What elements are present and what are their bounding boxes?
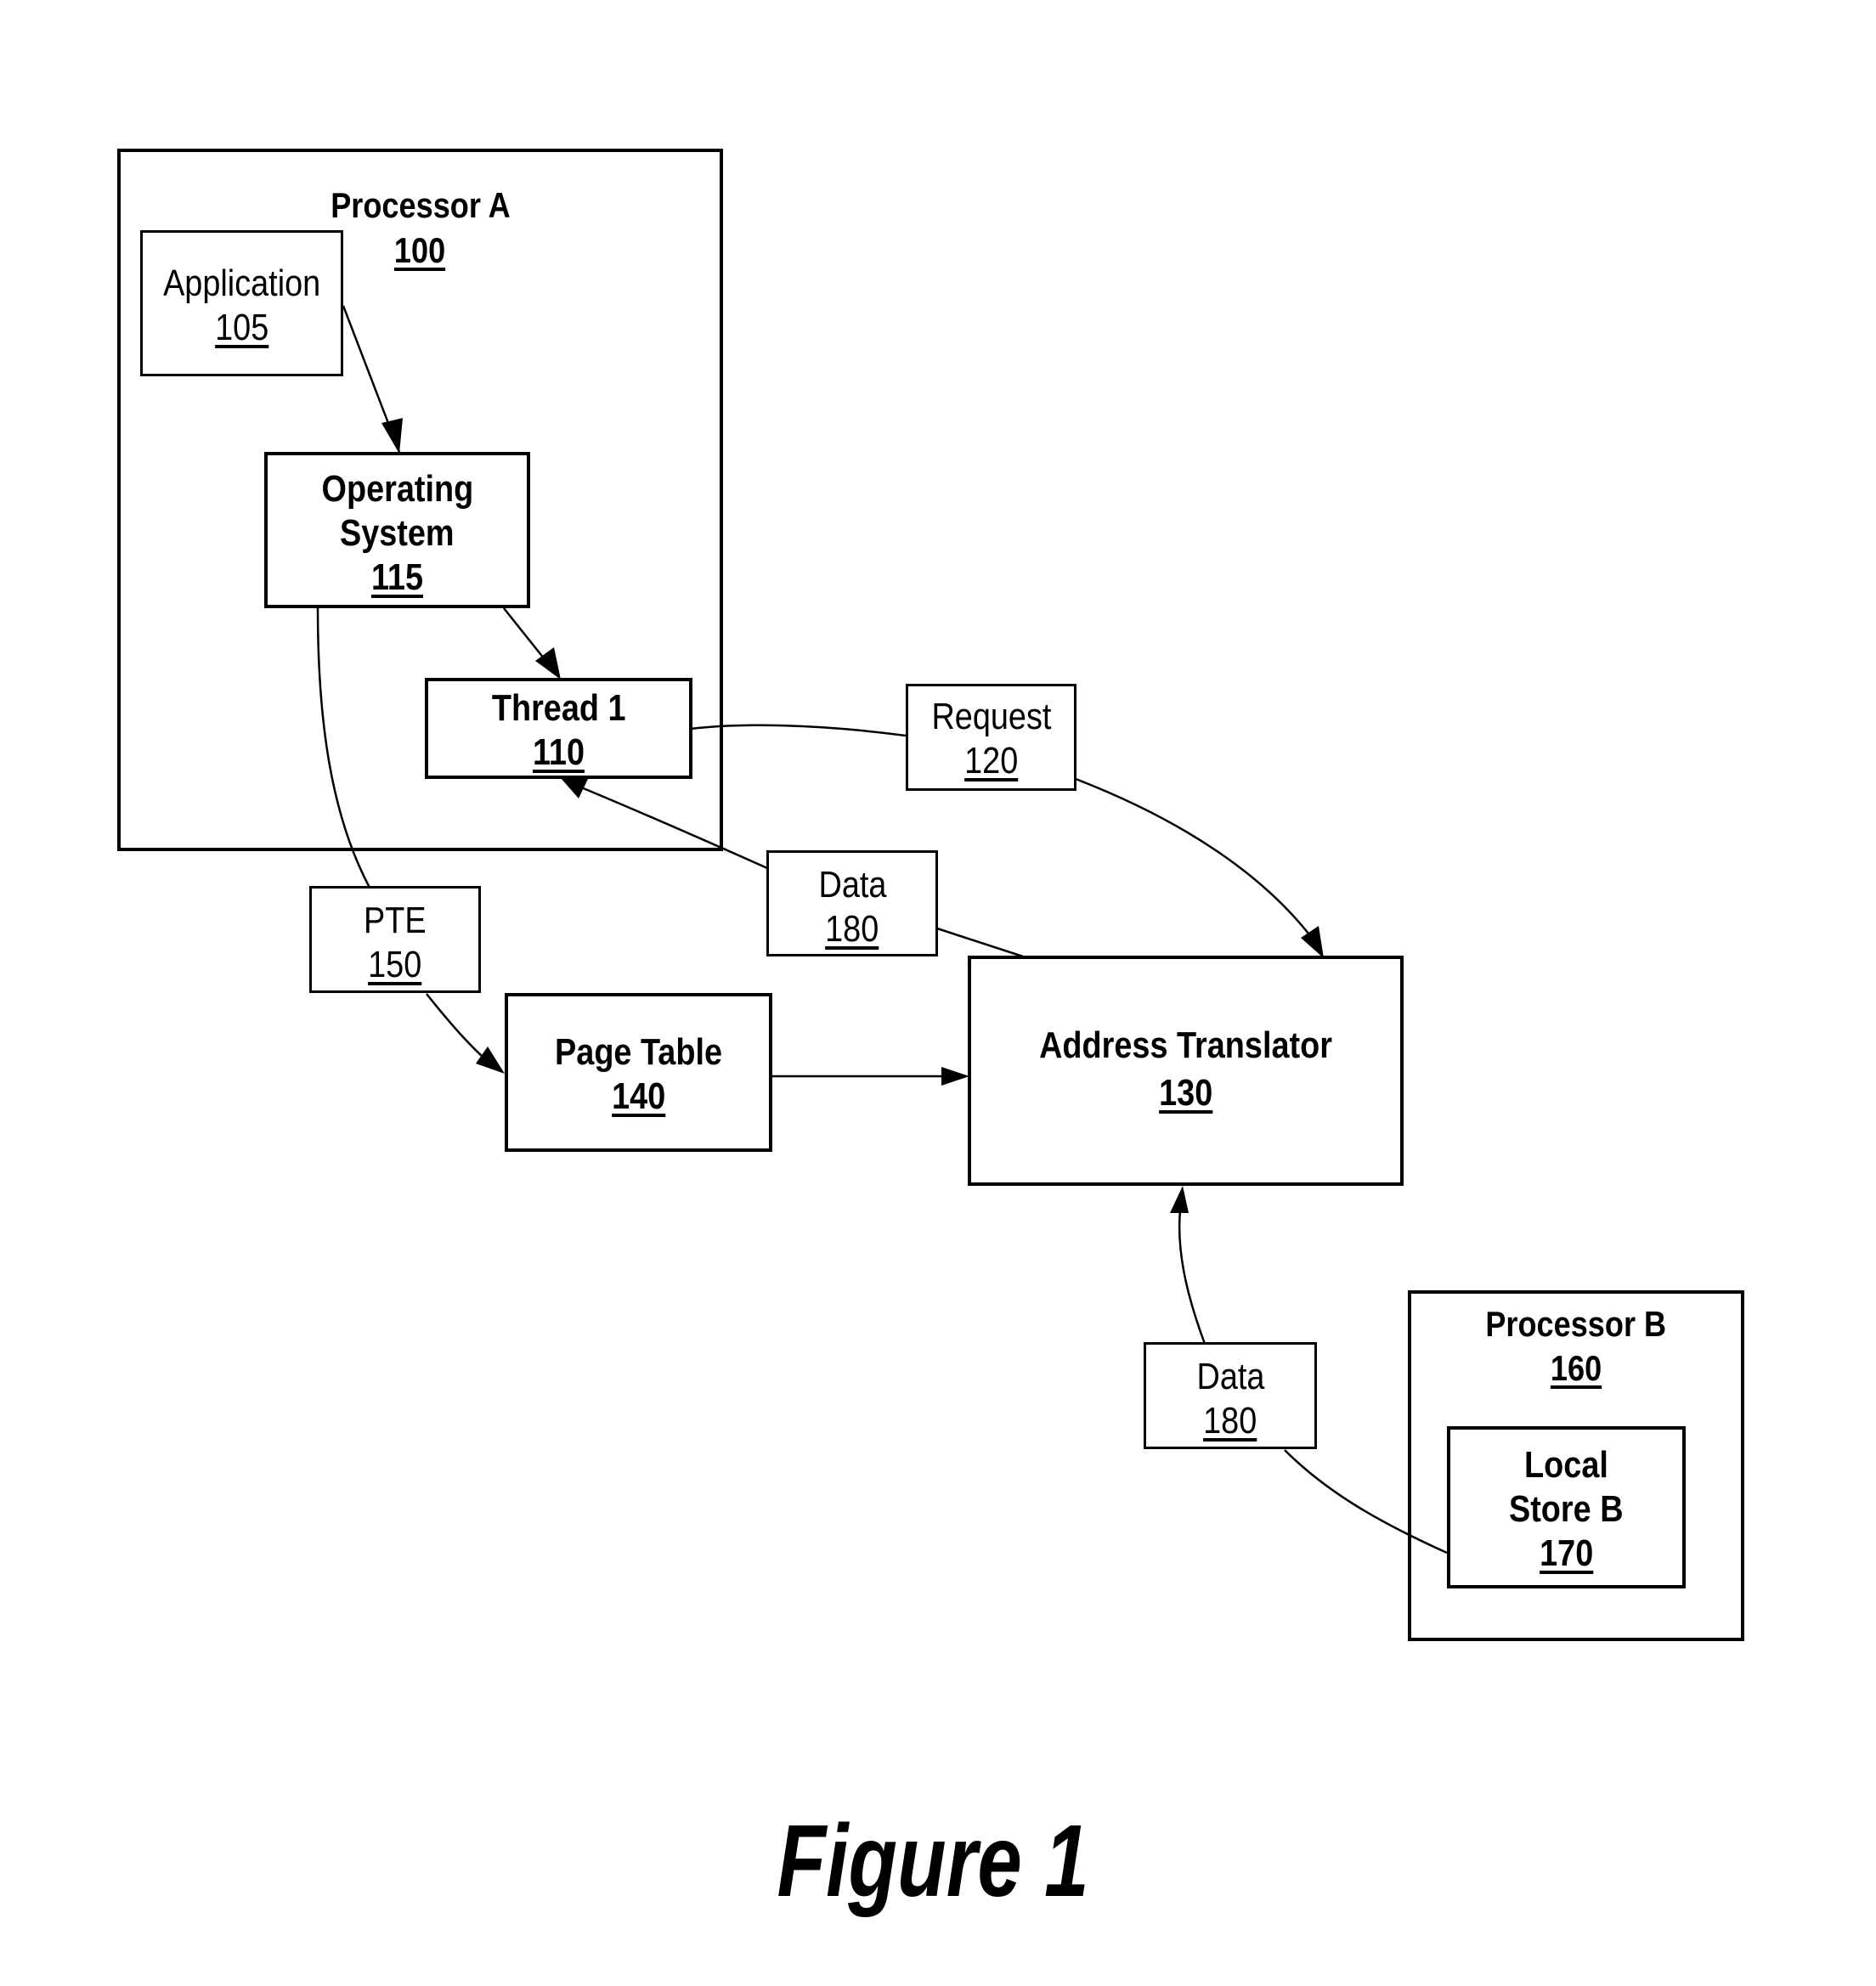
data-top-ref: 180 — [825, 908, 879, 950]
application-ref: 105 — [214, 307, 269, 348]
pte-box[interactable]: PTE 150 — [309, 886, 481, 993]
page-table-ref: 140 — [611, 1075, 666, 1117]
operating-system-label-line2: System — [340, 512, 455, 554]
pte-label: PTE — [364, 900, 427, 941]
data-bottom-label: Data — [1196, 1356, 1264, 1397]
edge-request-to-translator — [1075, 777, 1319, 945]
local-store-b-box[interactable]: Local Store B 170 — [1447, 1426, 1686, 1588]
processor-b-label: Processor B — [1485, 1304, 1667, 1344]
operating-system-box[interactable]: Operating System 115 — [264, 452, 530, 608]
application-box[interactable]: Application 105 — [140, 230, 343, 376]
edge-data-bottom-to-translator — [1178, 1210, 1206, 1345]
application-label: Application — [162, 262, 321, 304]
arrowhead-data-bottom-to-translator — [1170, 1186, 1189, 1213]
thread-1-ref: 110 — [532, 731, 585, 773]
figure-caption-container: Figure 1 — [0, 1801, 1876, 1920]
data-bottom-box[interactable]: Data 180 — [1144, 1342, 1317, 1449]
page-table-box[interactable]: Page Table 140 — [505, 993, 772, 1152]
arrowhead-request-to-translator — [1301, 926, 1324, 958]
processor-a-label: Processor A — [330, 185, 511, 225]
local-store-b-label-line1: Local — [1524, 1444, 1608, 1486]
operating-system-ref: 115 — [370, 556, 424, 598]
data-top-box[interactable]: Data 180 — [766, 850, 938, 956]
page-table-label: Page Table — [555, 1031, 722, 1073]
request-label: Request — [931, 696, 1051, 737]
arrowhead-pte-to-page-table — [476, 1047, 505, 1074]
thread-1-label: Thread 1 — [491, 687, 626, 729]
request-box[interactable]: Request 120 — [906, 684, 1076, 791]
arrowhead-page-table-to-translator — [941, 1067, 969, 1086]
address-translator-ref: 130 — [1158, 1072, 1213, 1114]
processor-b-ref: 160 — [1550, 1348, 1602, 1388]
address-translator-box[interactable]: Address Translator 130 — [968, 956, 1404, 1186]
address-translator-label: Address Translator — [1039, 1024, 1332, 1066]
pte-ref: 150 — [368, 944, 422, 985]
operating-system-label-line1: Operating — [321, 468, 473, 510]
local-store-b-label-line2: Store B — [1509, 1488, 1624, 1530]
figure-caption: Figure 1 — [777, 1803, 1089, 1918]
local-store-b-ref: 170 — [1539, 1532, 1594, 1574]
data-top-label: Data — [818, 864, 886, 906]
processor-a-ref: 100 — [394, 230, 446, 270]
edge-translator-to-data-top — [936, 927, 1026, 959]
data-bottom-ref: 180 — [1203, 1400, 1257, 1442]
thread-1-box[interactable]: Thread 1 110 — [425, 678, 692, 779]
request-ref: 120 — [963, 740, 1019, 781]
